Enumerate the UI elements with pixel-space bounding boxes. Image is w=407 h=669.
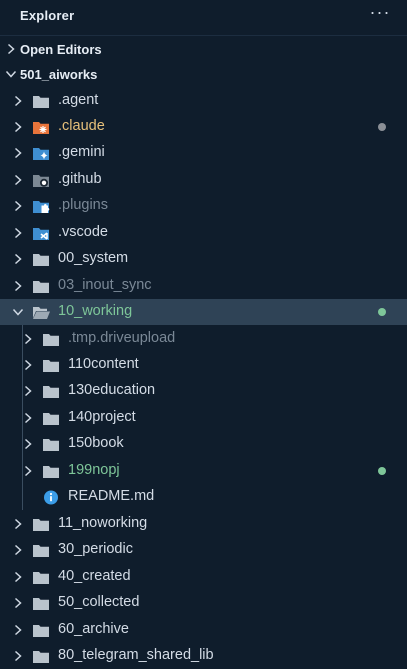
tree-item[interactable]: .claude [0,114,407,140]
tree-item[interactable]: 110content [0,352,407,378]
tree-item-label: .vscode [58,224,108,240]
more-actions-button[interactable]: ··· [366,2,394,26]
chevron-right-icon[interactable] [11,252,25,266]
chevron-down-icon[interactable] [11,305,25,319]
tree-item-label: 150book [68,435,124,451]
folder-icon [33,651,49,663]
tree-item-label: 03_inout_sync [58,277,152,293]
tree-item-label: .gemini [58,144,105,160]
folder-icon [43,334,59,346]
tree-item-label: .tmp.driveupload [68,330,176,346]
tree-item-label: README.md [68,488,155,504]
folder-vscode-icon [33,228,49,240]
chevron-right-icon[interactable] [11,173,25,187]
chevron-right-icon[interactable] [11,570,25,584]
chevron-right-icon[interactable] [11,596,25,610]
tree-item[interactable]: 30_periodic [0,537,407,563]
modified-indicator [378,123,386,131]
tree-item-label: .github [58,171,102,187]
chevron-right-icon[interactable] [21,358,35,372]
chevron-right-icon[interactable] [21,437,35,451]
chevron-right-icon[interactable] [11,199,25,213]
tree-item-label: 110content [68,356,139,372]
tree-item[interactable]: 140project [0,405,407,431]
tree-item-label: .plugins [58,197,108,213]
tree-item[interactable]: 10_working [0,299,407,325]
chevron-right-icon[interactable] [21,411,35,425]
folder-icon [33,625,49,637]
chevron-down-icon [5,70,17,78]
open-editors-label: Open Editors [20,41,102,57]
tree-item[interactable]: 00_system [0,246,407,272]
chevron-right-icon[interactable] [21,332,35,346]
info-icon [44,490,58,505]
tree-item[interactable]: 150book [0,431,407,457]
workspace-root-label: 501_aiworks [20,66,98,82]
tree-item[interactable]: .agent [0,88,407,114]
explorer-header: Explorer ··· [0,0,407,34]
folder-icon [33,96,49,108]
tree-item[interactable]: 40_created [0,564,407,590]
tree-item-label: .claude [58,118,105,134]
untracked-indicator [378,308,386,316]
tree-item[interactable]: 03_inout_sync [0,273,407,299]
folder-icon [43,466,59,478]
tree-item-label: 00_system [58,250,129,266]
chevron-right-icon[interactable] [11,226,25,240]
tree-item[interactable]: 11_noworking [0,511,407,537]
tree-item-label: 60_archive [58,621,129,637]
folder-icon [43,413,59,425]
tree-item-label: 11_noworking [58,515,148,531]
tree-item[interactable]: 60_archive [0,617,407,643]
tree-item[interactable]: .tmp.driveupload [0,326,407,352]
chevron-right-icon[interactable] [11,623,25,637]
untracked-indicator [378,467,386,475]
tree-item[interactable]: 50_collected [0,590,407,616]
chevron-right-icon [7,43,15,55]
folder-icon [33,519,49,531]
folder-claude-icon [33,122,49,134]
folder-icon [43,386,59,398]
folder-icon [33,598,49,610]
tree-item-label: 140project [68,409,136,425]
tree-item[interactable]: .github [0,167,407,193]
folder-plugins-icon [33,201,50,213]
tree-item[interactable]: 199nopj [0,458,407,484]
tree-item-label: 30_periodic [58,541,133,557]
chevron-right-icon[interactable] [11,279,25,293]
open-editors-section[interactable]: Open Editors [0,35,407,62]
chevron-right-icon[interactable] [11,517,25,531]
folder-icon [33,281,49,293]
folder-open-icon [33,307,50,319]
tree-item[interactable]: .plugins [0,193,407,219]
chevron-right-icon[interactable] [11,543,25,557]
folder-icon [33,572,49,584]
tree-item[interactable]: 80_telegram_shared_lib [0,643,407,669]
folder-icon [43,360,59,372]
chevron-right-icon[interactable] [11,649,25,663]
tree-item-label: 50_collected [58,594,140,610]
workspace-root-section[interactable]: 501_aiworks [0,61,407,87]
chevron-right-icon[interactable] [11,120,25,134]
chevron-right-icon[interactable] [21,384,35,398]
tree-item[interactable]: README.md [0,484,407,510]
folder-icon [33,254,49,266]
tree-item[interactable]: .vscode [0,220,407,246]
tree-item-label: .agent [58,92,99,108]
chevron-right-icon[interactable] [21,464,35,478]
tree-item-label: 80_telegram_shared_lib [58,647,214,663]
tree-item[interactable]: 130education [0,378,407,404]
folder-icon [33,545,49,557]
tree-item-label: 199nopj [68,462,120,478]
chevron-right-icon[interactable] [11,94,25,108]
tree-item-label: 40_created [58,568,131,584]
tree-item[interactable]: .gemini [0,140,407,166]
folder-icon [43,439,59,451]
explorer-title: Explorer [20,8,75,23]
tree-item-label: 10_working [58,303,133,319]
folder-gemini-icon [33,148,49,160]
chevron-right-icon[interactable] [11,146,25,160]
folder-github-icon [33,175,49,187]
tree-item-label: 130education [68,382,156,398]
